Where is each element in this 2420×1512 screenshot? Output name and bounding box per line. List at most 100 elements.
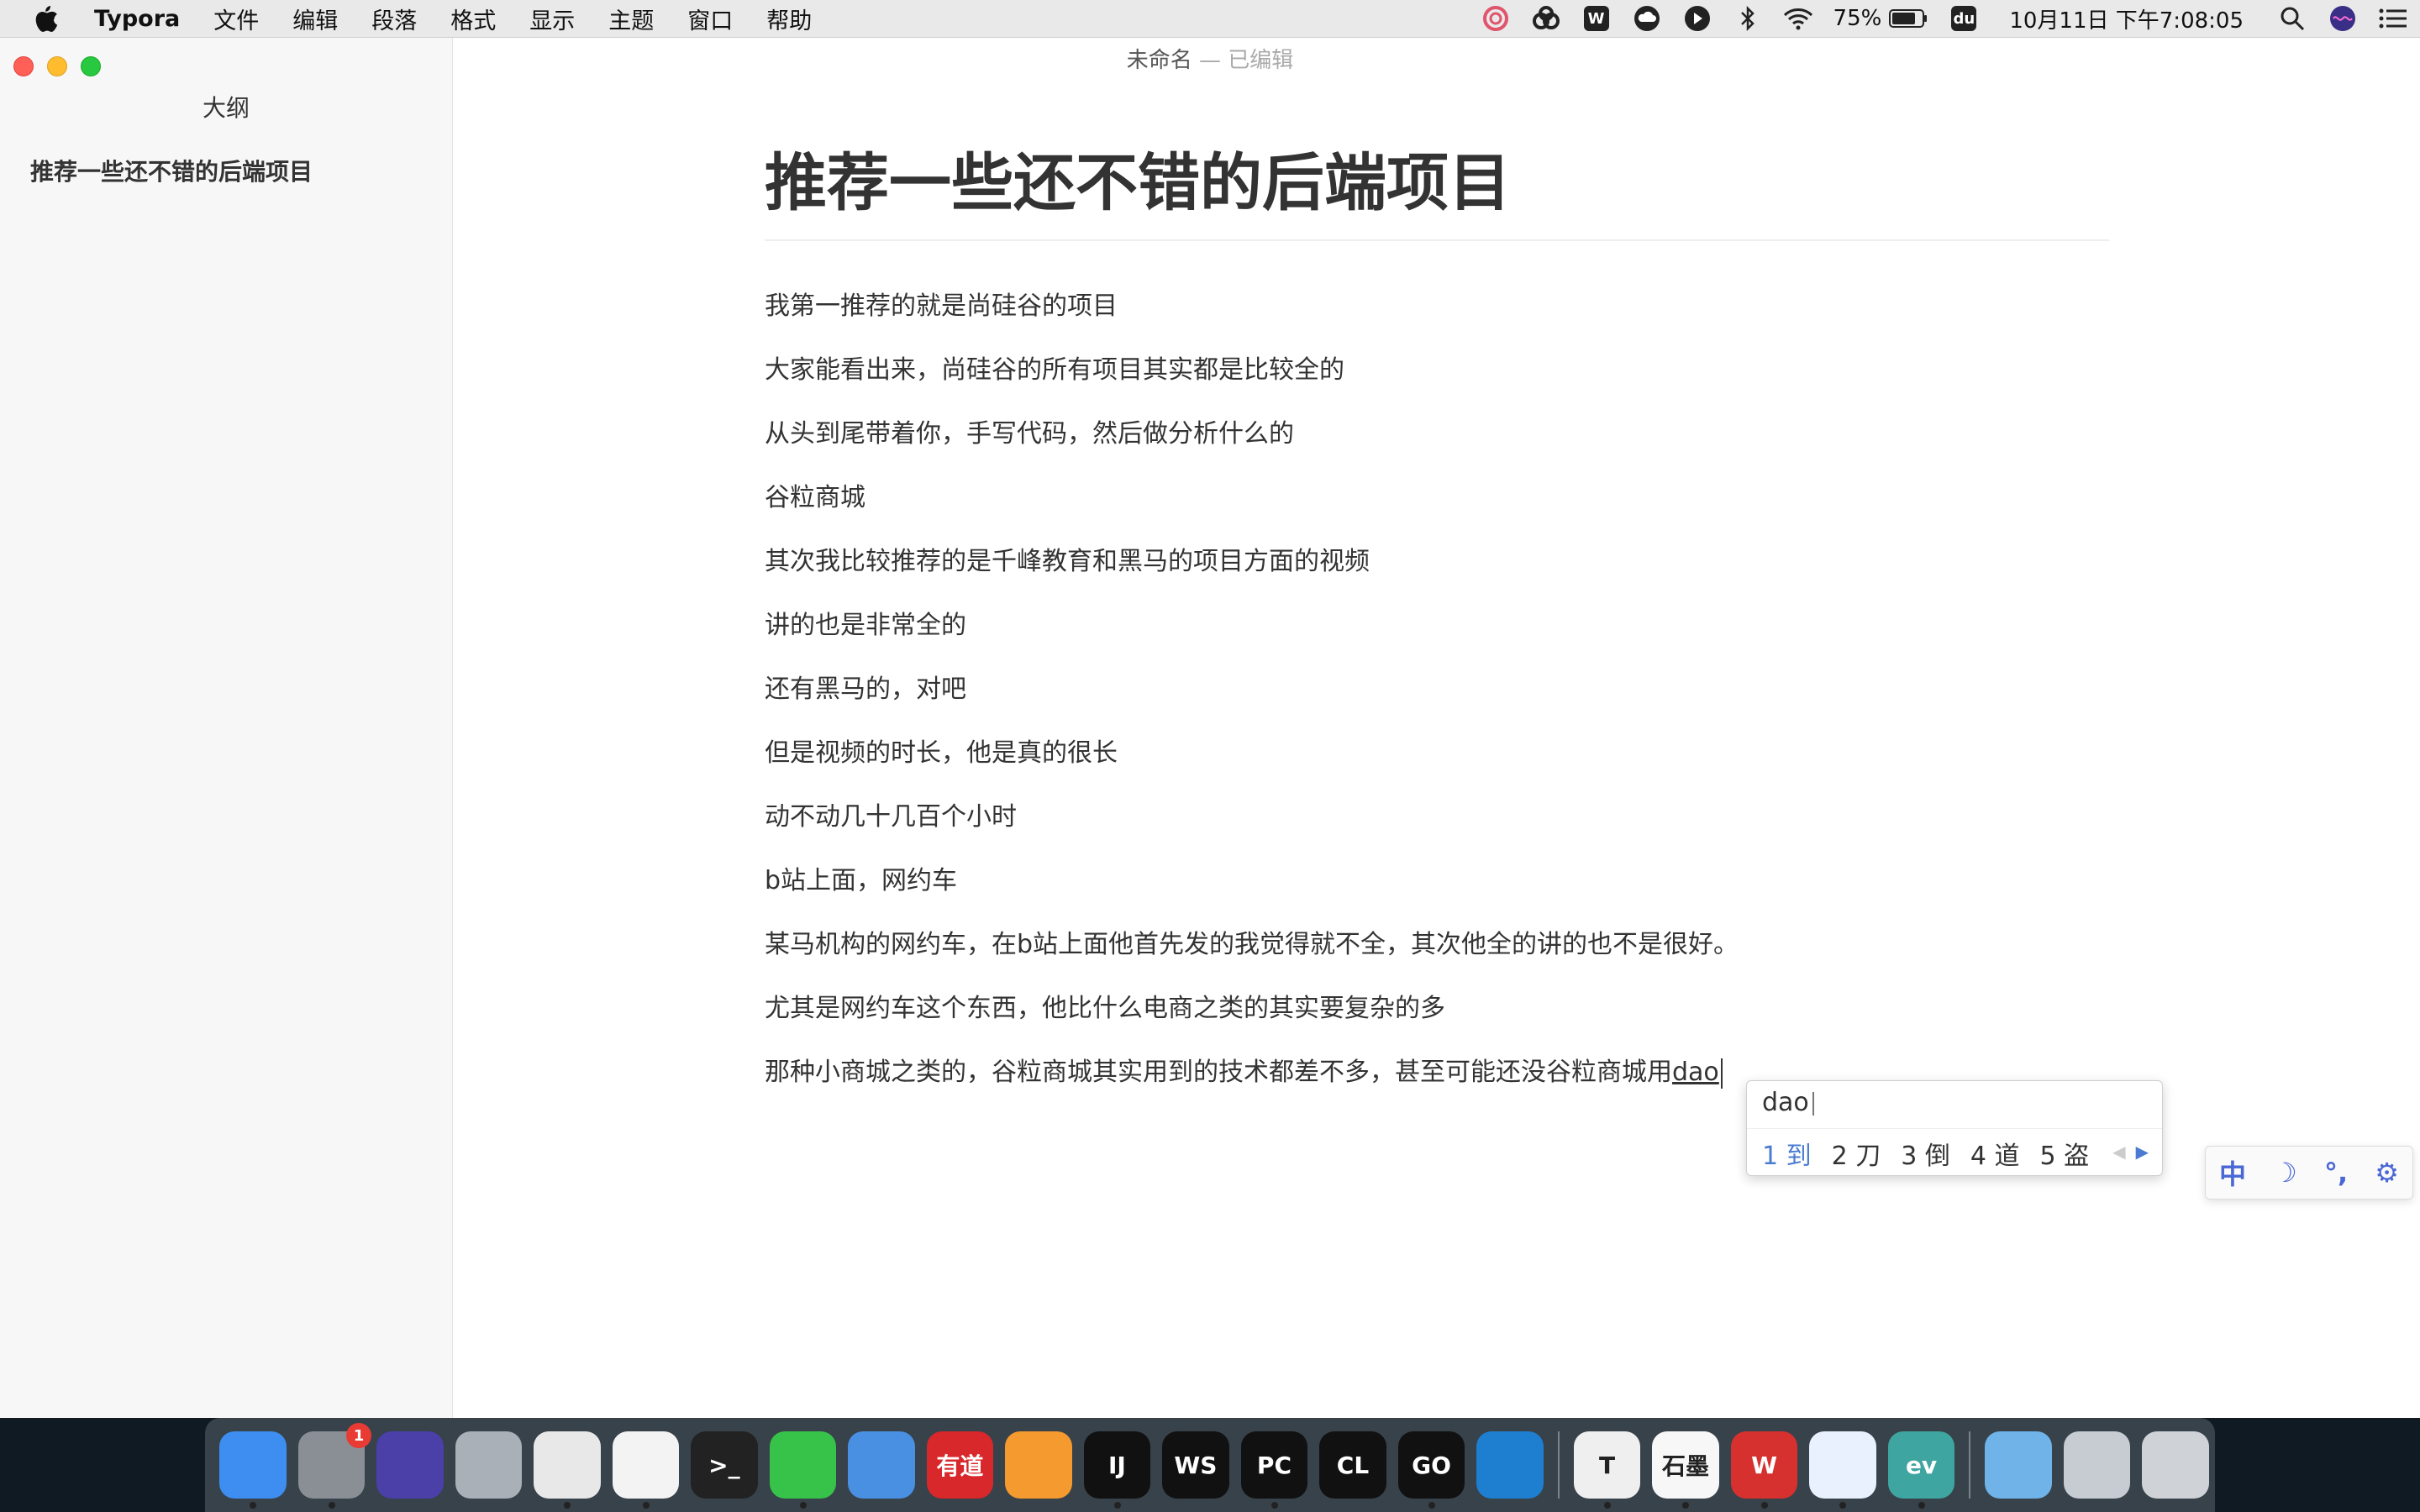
menu-format[interactable]: 格式 — [450, 3, 496, 35]
du-label: du — [1951, 6, 1977, 31]
swirl-icon[interactable] — [1481, 3, 1511, 34]
paragraph[interactable]: 其次我比较推荐的是千峰教育和黑马的项目方面的视频 — [765, 545, 1370, 579]
dock-finder-icon[interactable] — [219, 1431, 287, 1509]
running-indicator — [564, 1502, 571, 1509]
play-icon[interactable] — [1682, 3, 1712, 34]
spotlight-search-icon[interactable] — [2277, 3, 2307, 34]
ime-candidate[interactable]: 2 刀 — [1832, 1135, 1881, 1172]
siri-icon[interactable] — [2328, 3, 2358, 34]
ime-candidate[interactable]: 1 到 — [1762, 1135, 1812, 1172]
dock-shimo-icon[interactable]: 石墨 — [1652, 1431, 1719, 1509]
dock-notes-pen-icon[interactable] — [848, 1431, 915, 1499]
ime-divider — [1747, 1128, 2162, 1129]
paragraph[interactable]: 还有黑马的，对吧 — [765, 673, 966, 706]
paragraph-text: 那种小商城之类的，谷粒商城其实用到的技术都差不多，甚至可能还没谷粒商城用 — [765, 1058, 1672, 1087]
menu-paragraph[interactable]: 段落 — [371, 3, 417, 35]
running-indicator — [1682, 1502, 1690, 1509]
running-indicator — [642, 1502, 650, 1509]
outline-sidebar: 大纲 推荐一些还不错的后端项目 — [0, 38, 453, 1418]
cloud-rings-icon[interactable] — [1531, 3, 1561, 34]
ime-page-arrows: ◀ ▶ — [2112, 1142, 2149, 1162]
wps-tray-icon[interactable]: W — [1581, 3, 1612, 34]
running-indicator — [1760, 1502, 1768, 1509]
dock-clion-icon[interactable]: CL — [1319, 1431, 1386, 1499]
menu-view[interactable]: 显示 — [529, 3, 575, 35]
text-caret — [1720, 1058, 1723, 1089]
paragraph[interactable]: 我第一推荐的就是尚硅谷的项目 — [765, 290, 1118, 323]
ime-candidate[interactable]: 3 倒 — [1901, 1135, 1950, 1172]
window-title: 未命名 — 已编辑 — [0, 43, 2420, 74]
running-indicator — [250, 1502, 256, 1509]
dock-rainbow-app-icon[interactable] — [1005, 1431, 1072, 1499]
running-indicator — [1839, 1502, 1847, 1509]
apple-icon[interactable] — [32, 4, 60, 33]
dock-siri-icon[interactable] — [376, 1431, 444, 1499]
paragraph[interactable]: 某马机构的网约车，在b站上面他首先发的我觉得就不全，其次他全的讲的也不是很好。 — [765, 928, 1739, 962]
cloud-icon[interactable] — [1632, 3, 1662, 34]
dock-vscode-icon[interactable] — [1476, 1431, 1544, 1499]
dock: 1 >_ 有道 IJ WS PC CL GO T 石墨 Wev — [205, 1418, 2215, 1512]
menu-themes[interactable]: 主题 — [608, 3, 654, 35]
menu-app-name[interactable]: Typora — [94, 6, 180, 32]
battery-icon[interactable] — [1888, 3, 1928, 34]
dock-wps-icon[interactable]: W — [1730, 1431, 1798, 1509]
menu-bar: Typora 文件 编辑 段落 格式 显示 主题 窗口 帮助 W 75% du … — [0, 0, 2420, 38]
running-indicator — [1603, 1502, 1611, 1509]
dock-typora-icon[interactable]: T — [1573, 1431, 1641, 1509]
moon-icon[interactable]: ☽ — [2273, 1157, 2297, 1189]
wifi-icon[interactable] — [1783, 3, 1813, 34]
dock-intellij-icon[interactable]: IJ — [1083, 1431, 1151, 1509]
outline-item[interactable]: 推荐一些还不错的后端项目 — [30, 154, 313, 187]
ime-candidate[interactable]: 5 盗 — [2040, 1135, 2090, 1172]
dock-youdao-icon[interactable]: 有道 — [926, 1431, 994, 1499]
clock[interactable]: 10月11日 下午7:08:05 — [2009, 3, 2244, 34]
dock-webstorm-icon[interactable]: WS — [1162, 1431, 1229, 1499]
dock-goland-icon[interactable]: GO — [1397, 1431, 1465, 1509]
next-page-icon[interactable]: ▶ — [2136, 1142, 2149, 1162]
running-indicator — [1270, 1502, 1278, 1509]
menu-edit[interactable]: 编辑 — [292, 3, 338, 35]
dock-trash-icon[interactable] — [2142, 1431, 2209, 1499]
paragraph[interactable]: 动不动几十几百个小时 — [765, 801, 1017, 834]
dock-qq-icon[interactable] — [612, 1431, 680, 1509]
ime-candidate[interactable]: 4 道 — [1970, 1135, 2020, 1172]
battery-percent: 75% — [1833, 6, 1882, 31]
dock-app-label: W — [1751, 1451, 1777, 1479]
running-indicator — [799, 1502, 807, 1509]
menu-help[interactable]: 帮助 — [766, 3, 812, 35]
language-toggle[interactable]: 中 — [2219, 1153, 2246, 1192]
edit-status: 已编辑 — [1228, 48, 1294, 73]
paragraph[interactable]: 谷粒商城 — [765, 481, 865, 515]
settings-gear-icon[interactable]: ⚙ — [2375, 1157, 2399, 1189]
dock-launchpad-icon[interactable] — [455, 1431, 523, 1499]
punctuation-icon[interactable]: °, — [2324, 1157, 2348, 1189]
paragraph[interactable]: 大家能看出来，尚硅谷的所有项目其实都是比较全的 — [765, 354, 1344, 387]
dock-ev-app-icon[interactable]: ev — [1887, 1431, 1955, 1509]
document-heading[interactable]: 推荐一些还不错的后端项目 — [765, 145, 2109, 241]
prev-page-icon[interactable]: ◀ — [2112, 1142, 2125, 1162]
menu-window[interactable]: 窗口 — [687, 3, 733, 35]
bluetooth-icon[interactable] — [1733, 3, 1763, 34]
dock-screenshot-app-icon[interactable] — [2063, 1431, 2131, 1499]
dock-baidu-netdisk-icon[interactable] — [1809, 1431, 1876, 1509]
paragraph[interactable]: 从头到尾带着你，手写代码，然后做分析什么的 — [765, 417, 1294, 451]
menu-file[interactable]: 文件 — [213, 3, 259, 35]
du-tray-icon[interactable]: du — [1949, 3, 1979, 34]
paragraph[interactable]: 尤其是网约车这个东西，他比什么电商之类的其实要复杂的多 — [765, 992, 1445, 1026]
dock-terminal-icon[interactable]: >_ — [691, 1431, 758, 1499]
dock-app-label: PC — [1256, 1451, 1292, 1479]
notification-badge: 1 — [346, 1423, 372, 1448]
paragraph[interactable]: b站上面，网约车 — [765, 864, 957, 898]
dock-downloads-folder-icon[interactable] — [1985, 1431, 2052, 1499]
dock-app-label: CL — [1336, 1451, 1370, 1479]
dock-system-preferences-icon[interactable]: 1 — [297, 1423, 372, 1509]
ime-pinyin: dao — [1762, 1088, 1809, 1117]
dock-chrome-icon[interactable] — [534, 1431, 601, 1509]
paragraph-current[interactable]: 那种小商城之类的，谷粒商城其实用到的技术都差不多，甚至可能还没谷粒商城用dao — [765, 1056, 1723, 1089]
dock-app-label: >_ — [708, 1451, 740, 1479]
dock-pycharm-icon[interactable]: PC — [1240, 1431, 1308, 1509]
dock-wechat-icon[interactable] — [769, 1431, 837, 1509]
notification-center-icon[interactable] — [2378, 3, 2408, 34]
paragraph[interactable]: 讲的也是非常全的 — [765, 609, 966, 643]
paragraph[interactable]: 但是视频的时长，他是真的很长 — [765, 737, 1118, 770]
